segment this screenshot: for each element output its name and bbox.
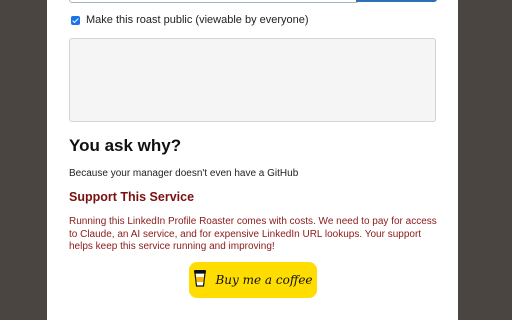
roast-submit-button[interactable] <box>356 0 437 2</box>
why-heading: You ask why? <box>69 136 182 155</box>
support-title: Support This Service <box>69 190 195 204</box>
public-roast-option[interactable]: Make this roast public (viewable by ever… <box>71 12 309 28</box>
public-roast-label: Make this roast public (viewable by ever… <box>86 14 309 26</box>
why-reason: Because your manager doesn't even have a… <box>69 168 299 179</box>
footer-links[interactable] <box>157 312 357 320</box>
profile-url-input[interactable] <box>69 0 359 3</box>
support-text: Running this LinkedIn Profile Roaster co… <box>69 216 437 252</box>
buy-me-a-coffee-button[interactable]: Buy me a coffee <box>189 262 317 298</box>
coffee-button-label: Buy me a coffee <box>215 273 313 287</box>
public-roast-checkbox[interactable] <box>71 15 80 25</box>
roast-modal: Make this roast public (viewable by ever… <box>47 0 458 320</box>
coffee-cup-icon <box>193 269 207 292</box>
roast-output-area[interactable] <box>69 38 436 122</box>
